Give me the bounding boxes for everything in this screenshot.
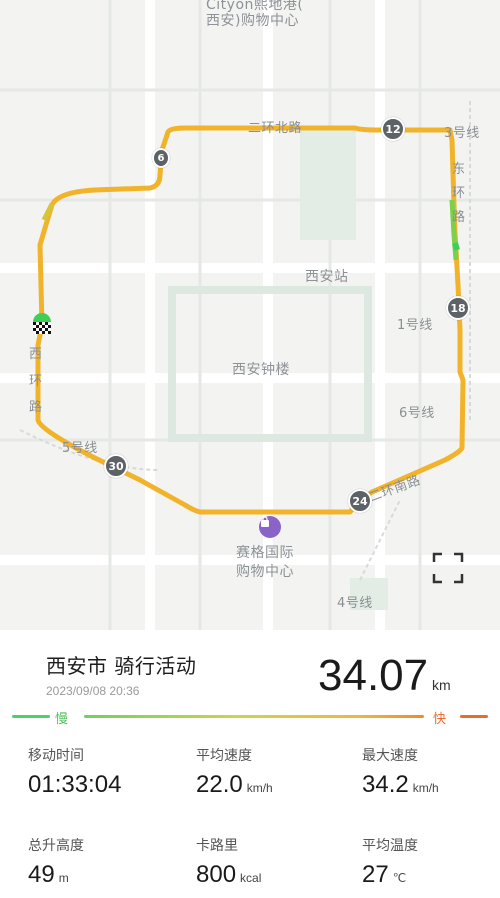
map-label-east-road-1: 东 — [452, 162, 466, 177]
stat-label: 平均速度 — [196, 748, 252, 764]
map-label-line5: 5号线 — [62, 441, 98, 456]
stat-moving-time: 移动时间 01:33:04 — [28, 745, 125, 799]
map-label-west-road-3: 路 — [29, 400, 43, 415]
route-map[interactable]: Cityon熙地港( 西安)购物中心 二环北路 3号线 东 环 路 西安站 1号… — [0, 0, 500, 630]
fullscreen-icon[interactable] — [432, 552, 464, 584]
map-label-east-road-2: 环 — [452, 186, 466, 201]
stat-label: 移动时间 — [28, 748, 84, 764]
map-label-bell-tower: 西安钟楼 — [232, 362, 290, 378]
stat-label: 总升高度 — [28, 838, 84, 854]
map-label-line4: 4号线 — [337, 596, 373, 611]
stat-calories: 卡路里 800 kcal — [196, 835, 261, 889]
map-label-line3: 3号线 — [444, 126, 480, 141]
legend-slow-label: 慢 — [55, 712, 69, 727]
stat-value: 01:33:04 — [28, 771, 122, 798]
stat-value: 22.0 km/h — [196, 771, 273, 798]
legend-gradient-bar — [84, 715, 424, 718]
shopping-bag-icon[interactable] — [259, 516, 281, 538]
stat-label: 卡路里 — [196, 838, 238, 854]
km-marker-30: 30 — [104, 454, 128, 478]
km-marker-6: 6 — [152, 148, 170, 168]
stat-label: 最大速度 — [362, 748, 418, 764]
stat-value: 34.2 km/h — [362, 771, 439, 798]
stat-label: 平均温度 — [362, 838, 418, 854]
speed-legend: 慢 快 — [12, 708, 488, 727]
legend-bar-fast — [460, 715, 488, 718]
map-label-mall-south-2: 购物中心 — [236, 564, 294, 580]
km-marker-12: 12 — [381, 117, 405, 141]
distance-unit: km — [432, 677, 451, 693]
map-label-west-road-2: 环 — [29, 374, 43, 389]
km-marker-24: 24 — [348, 489, 372, 513]
stat-avg-speed: 平均速度 22.0 km/h — [196, 745, 273, 799]
legend-bar-slow — [12, 715, 50, 718]
stat-max-speed: 最大速度 34.2 km/h — [362, 745, 439, 799]
stat-value: 27 ℃ — [362, 861, 407, 888]
map-label-top-mall-2: 西安)购物中心 — [206, 13, 299, 29]
map-label-north-road: 二环北路 — [248, 121, 303, 136]
legend-fast-label: 快 — [433, 712, 447, 727]
stat-avg-temperature: 平均温度 27 ℃ — [362, 835, 418, 889]
map-label-mall-south-1: 赛格国际 — [236, 545, 294, 561]
stat-elevation-gain: 总升高度 49 m — [28, 835, 84, 889]
km-marker-18: 18 — [446, 296, 470, 320]
activity-distance: 34.07 — [318, 651, 429, 700]
start-finish-flag-icon — [33, 313, 51, 335]
activity-title: 西安市 骑行活动 — [46, 654, 197, 678]
map-label-line6: 6号线 — [399, 406, 435, 421]
activity-datetime: 2023/09/08 20:36 — [46, 684, 140, 698]
map-label-east-road-3: 路 — [452, 210, 466, 225]
map-label-station: 西安站 — [305, 269, 349, 285]
map-label-line1: 1号线 — [397, 318, 433, 333]
stat-value: 800 kcal — [196, 861, 262, 888]
map-label-west-road-1: 西 — [29, 347, 43, 362]
stat-value: 49 m — [28, 861, 69, 888]
